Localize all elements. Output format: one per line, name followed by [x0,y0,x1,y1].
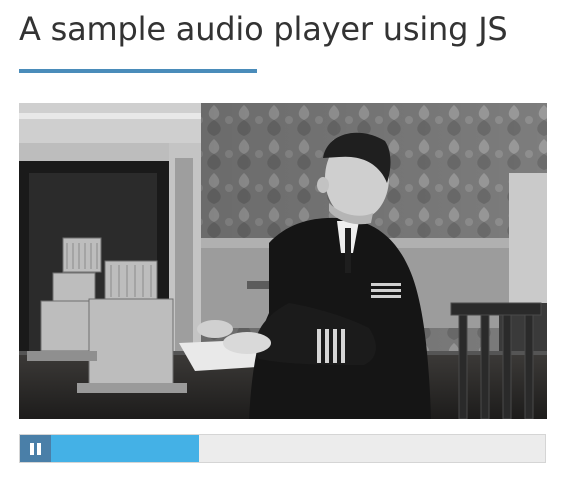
progress-fill [51,435,200,462]
pause-button[interactable] [20,435,51,462]
pause-icon-bar [37,443,41,455]
progress-bar[interactable] [51,435,545,462]
title-underline [19,69,257,73]
pause-icon [30,443,34,455]
album-art-image [19,103,547,419]
audio-player [19,434,546,463]
page-title: A sample audio player using JS [19,10,508,48]
